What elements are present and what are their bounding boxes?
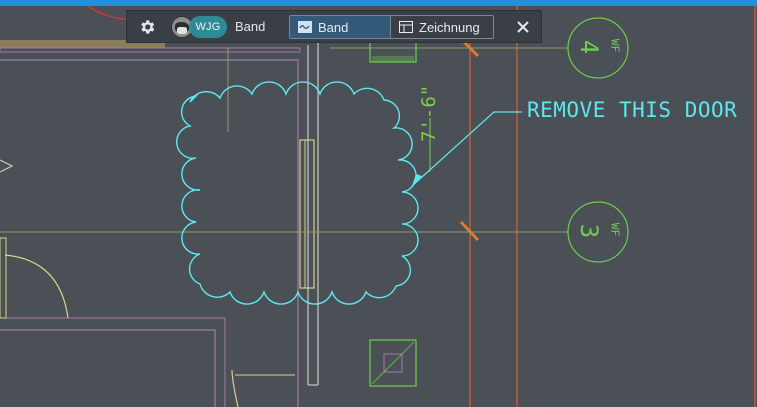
wall-line — [0, 47, 301, 53]
wall-outline — [0, 59, 299, 407]
grid-bubble-3-sub: WF — [608, 222, 622, 237]
revision-cloud — [176, 81, 419, 305]
door-leaf — [299, 139, 315, 289]
top-accent-bar — [0, 0, 757, 6]
mode-toggle: Band Zeichnung — [289, 15, 494, 39]
close-icon — [517, 21, 529, 33]
drawing-sheet-icon — [399, 21, 413, 33]
cad-drawing — [0, 0, 756, 407]
wall-outline-lower — [0, 329, 216, 407]
close-button[interactable] — [512, 16, 534, 38]
mode-band-label: Band — [318, 19, 349, 35]
markup-annotation-text[interactable]: REMOVE THIS DOOR — [527, 98, 737, 122]
door-swing-left — [4, 254, 69, 319]
dimension-label: 7'-6" — [418, 84, 440, 142]
door-swing-bottom — [231, 369, 239, 407]
mode-drawing-label: Zeichnung — [419, 19, 480, 35]
grid-bubble-4: 4 WF — [567, 17, 629, 79]
settings-button[interactable] — [135, 16, 159, 38]
grid-bubble-3: 3 WF — [567, 201, 629, 263]
grid-bubble-3-number: 3 — [575, 223, 603, 239]
avatar-initials: WJG — [189, 16, 227, 38]
mode-drawing-button[interactable]: Zeichnung — [391, 16, 493, 38]
avatar-photo-shape-2 — [177, 27, 187, 34]
drawing-canvas[interactable]: REMOVE THIS DOOR 7'-6" 4 WF 3 WF — [0, 0, 757, 407]
grid-bubble-4-number: 4 — [575, 39, 603, 55]
arrow-mark-left — [0, 159, 14, 173]
column-hatch-top — [372, 56, 414, 62]
door-jamb-left — [0, 237, 7, 319]
toolbar-title: Band — [235, 19, 266, 34]
wall-outline-lower-2 — [0, 317, 226, 407]
mode-band-button[interactable]: Band — [290, 16, 391, 38]
grid-bubble-4-sub: WF — [608, 38, 622, 53]
gear-icon — [141, 20, 155, 34]
column-hatch-line — [371, 341, 415, 385]
markup-band-icon — [298, 21, 312, 33]
avatar-group[interactable]: WJG — [171, 16, 227, 38]
compare-toolbar: WJG Band Band Zeichnung — [126, 10, 542, 43]
leader-arrowhead — [412, 174, 422, 186]
